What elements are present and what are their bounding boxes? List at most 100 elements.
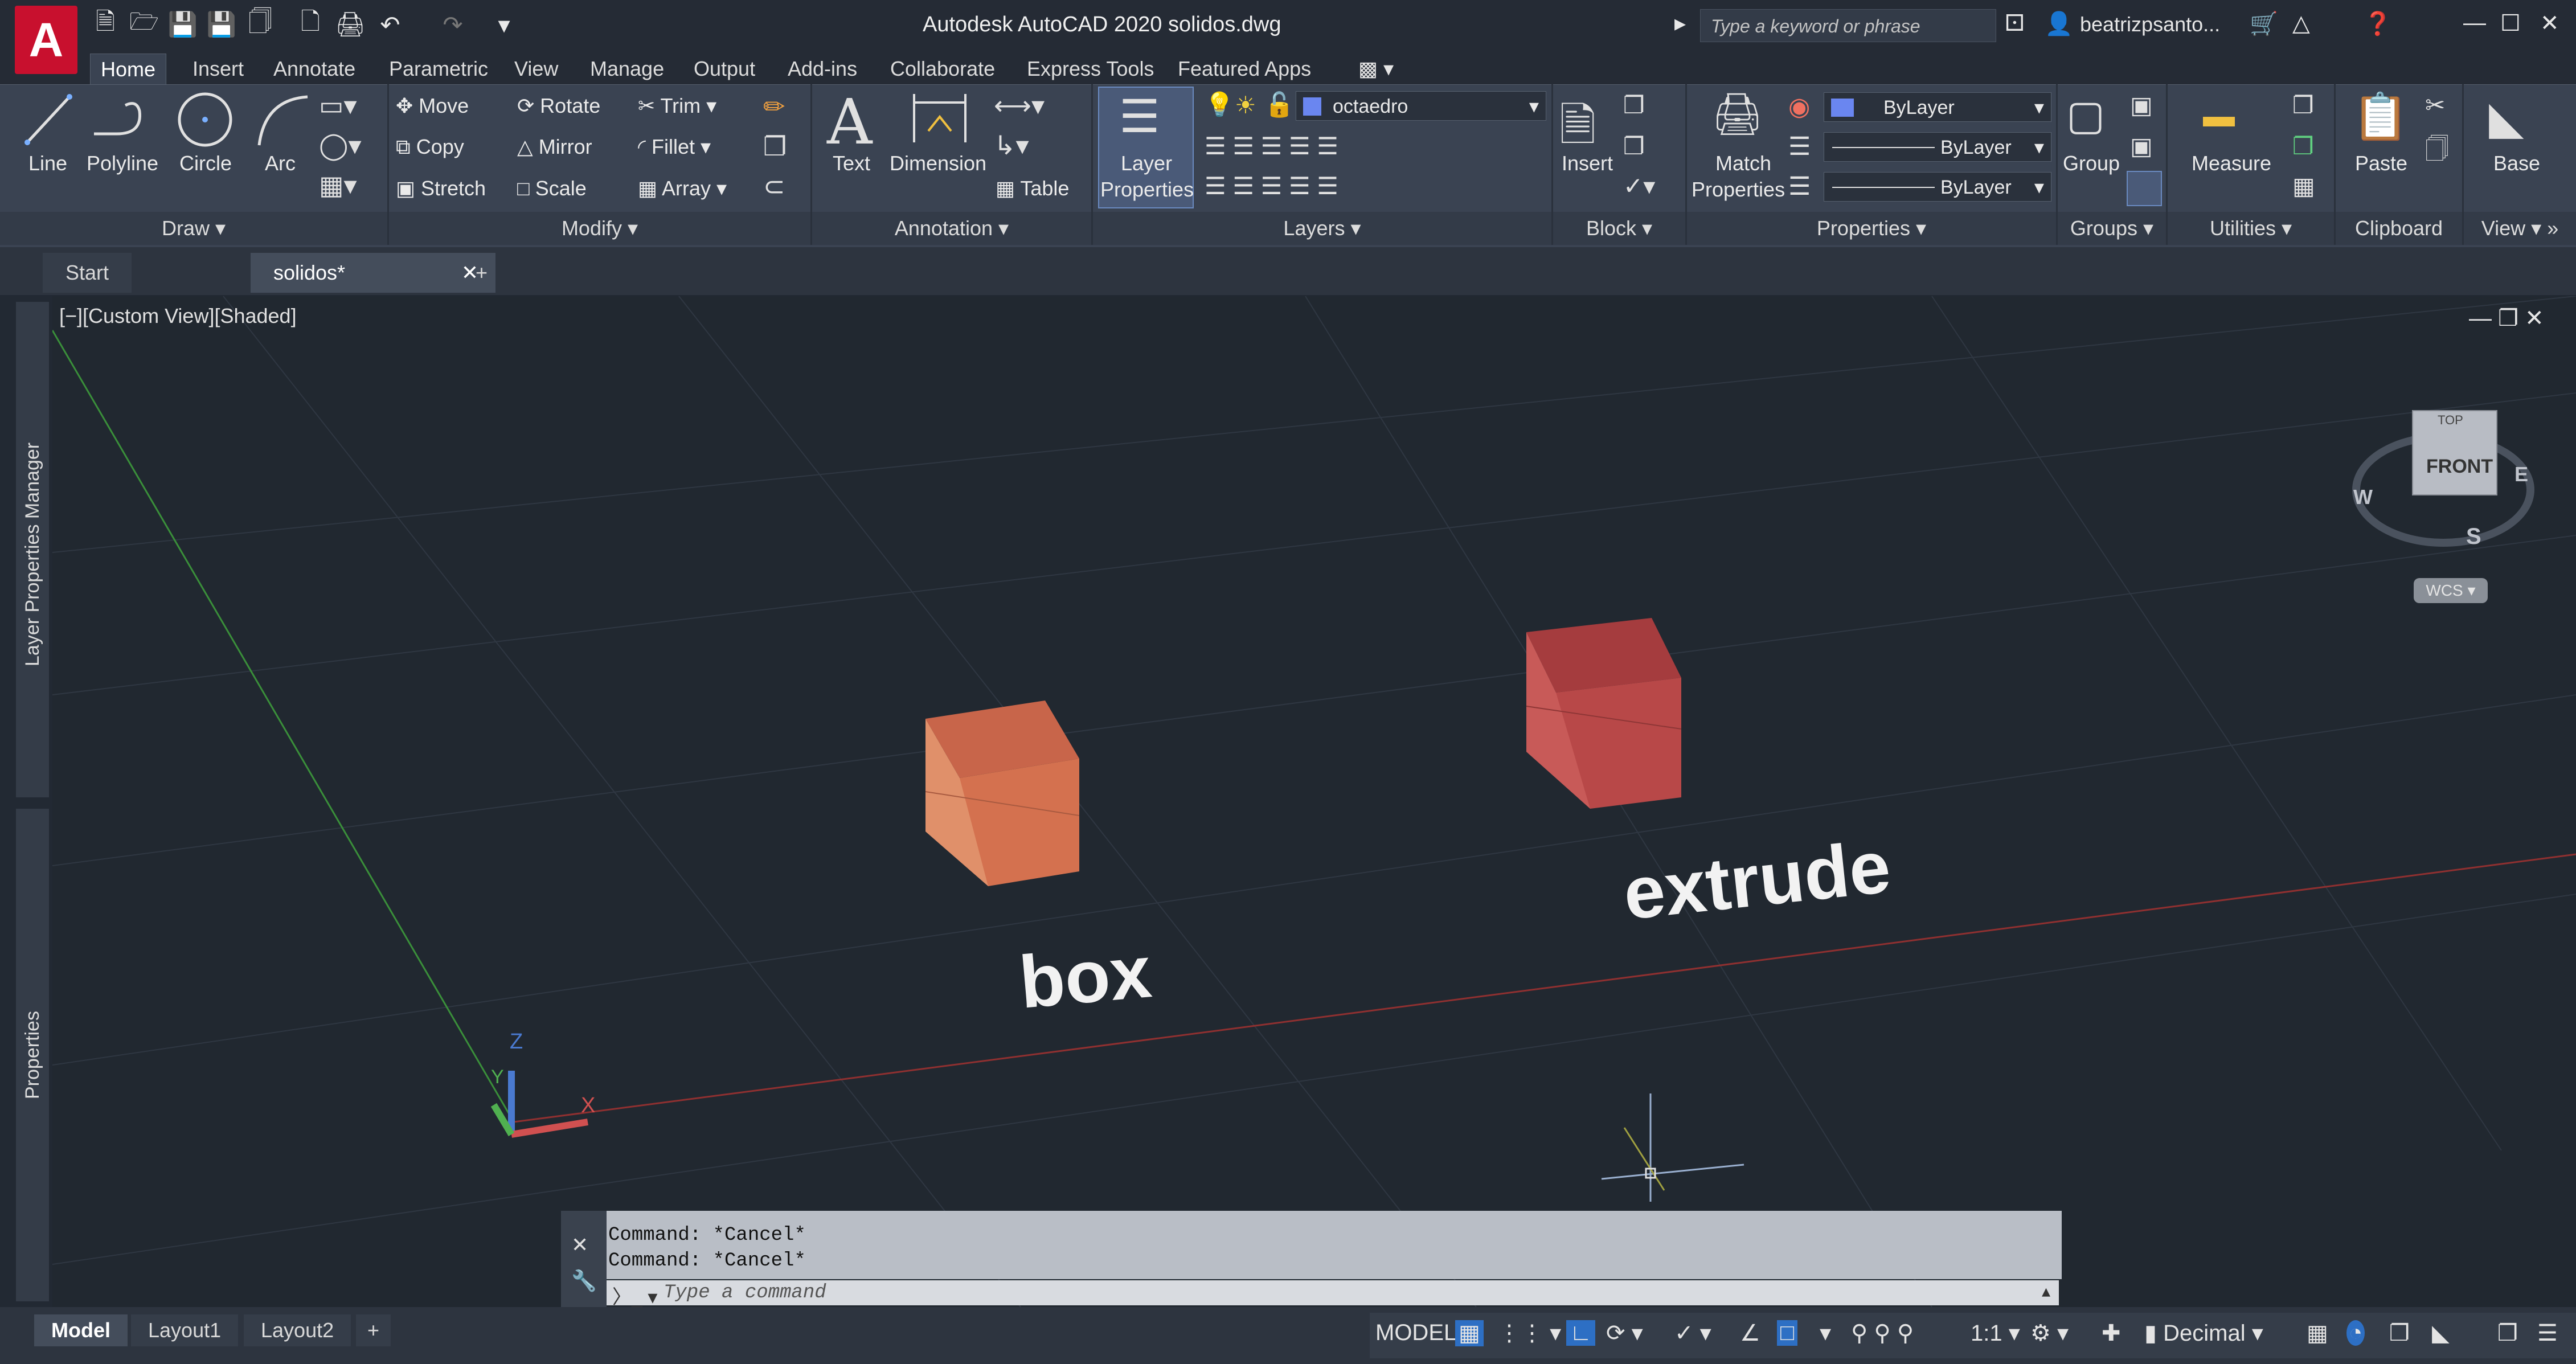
quick-select-icon[interactable]: ❐ [2292, 91, 2314, 119]
layer-tools-row-1-icon[interactable]: ☰ ☰ ☰ ☰ ☰ [1205, 132, 1338, 160]
arc-icon[interactable] [253, 91, 310, 148]
tab-add-ins[interactable]: Add-ins [777, 54, 867, 84]
wcs-menu-button[interactable]: WCS ▾ [2414, 578, 2488, 603]
close-command-icon[interactable]: ✕ [571, 1233, 588, 1257]
isolate-objects-icon[interactable]: ❐ [2389, 1320, 2410, 1346]
plot-icon[interactable]: 🖨 [335, 10, 365, 39]
block-panel-title[interactable]: Block ▾ [1553, 212, 1685, 245]
user-name[interactable]: beatrizpsanto... [2080, 13, 2220, 36]
grid-toggle-icon[interactable]: ▦ [1455, 1320, 1484, 1346]
new-file-icon[interactable]: 🗎 [91, 8, 120, 39]
application-menu-button[interactable]: A [15, 6, 77, 74]
mirror-button[interactable]: △ Mirror [517, 135, 592, 159]
layer-on-icon[interactable]: 💡 [1205, 91, 1234, 119]
properties-panel-title[interactable]: Properties ▾ [1687, 212, 2056, 245]
select-all-icon[interactable]: ❐ [2292, 132, 2314, 160]
erase-icon[interactable]: ✏ [763, 91, 785, 122]
layer-dropdown[interactable]: octaedro ▾ [1296, 91, 1546, 121]
compass-south[interactable]: S [2466, 524, 2481, 550]
customize-wrench-icon[interactable]: 🔧 [571, 1269, 597, 1293]
ribbon-options-icon[interactable]: ▩ ▾ [1358, 57, 1394, 81]
line-icon[interactable] [23, 91, 74, 148]
paste-icon[interactable]: 📋 [2352, 90, 2409, 144]
linear-dimension-icon[interactable]: ⟷▾ [994, 90, 1045, 121]
polar-tracking-icon[interactable]: ⟳ ▾ [1606, 1320, 1643, 1346]
help-icon[interactable]: ❓ [2364, 10, 2392, 37]
rotate-button[interactable]: ⟳ Rotate [517, 94, 600, 118]
units-dropdown[interactable]: ▮ Decimal ▾ [2144, 1320, 2263, 1346]
offset-icon[interactable]: ⊂ [763, 171, 785, 202]
model-space-toggle[interactable]: MODEL [1375, 1320, 1456, 1346]
save-as-icon[interactable]: 💾 [207, 10, 236, 39]
lineweight-icon[interactable]: ☰ [1788, 132, 1811, 161]
command-input[interactable]: Type a command [607, 1280, 2059, 1305]
fillet-button[interactable]: ◜ Fillet ▾ [638, 135, 711, 159]
command-line-handle[interactable] [561, 1211, 607, 1308]
add-layout-button[interactable]: + [356, 1314, 391, 1346]
group-icon[interactable]: ▢ [2066, 91, 2105, 139]
viewport-window-controls[interactable]: — ❐ ✕ [2469, 305, 2544, 331]
tab-manage[interactable]: Manage [580, 54, 674, 84]
lock-ui-icon[interactable]: ◔ [2346, 1320, 2365, 1346]
line-button[interactable]: Line [28, 151, 67, 175]
group-edit-icon[interactable]: ▣ [2130, 132, 2153, 160]
groups-panel-title[interactable]: Groups ▾ [2058, 212, 2166, 245]
layout-tab-layout2[interactable]: Layout2 [244, 1314, 351, 1346]
layer-tools-row-2-icon[interactable]: ☰ ☰ ☰ ☰ ☰ [1205, 172, 1338, 200]
explode-icon[interactable]: ❐ [763, 131, 787, 162]
viewport-controls-label[interactable]: [−][Custom View][Shaded] [59, 304, 297, 328]
snap-toggle-icon[interactable]: ⋮⋮ ▾ [1498, 1320, 1561, 1346]
import-icon[interactable]: 🗋 [296, 8, 325, 39]
match-properties-label-2[interactable]: Properties [1692, 178, 1785, 202]
hardware-acceleration-icon[interactable]: ◣ [2432, 1320, 2450, 1346]
properties-palette-label[interactable]: Properties [22, 1011, 44, 1099]
calculator-icon[interactable]: ▦ [2292, 172, 2315, 200]
maximize-window-icon[interactable]: ☐ [2500, 10, 2521, 36]
stretch-button[interactable]: ▣ Stretch [396, 177, 486, 200]
tab-insert[interactable]: Insert [182, 54, 254, 84]
text-icon[interactable]: A [827, 85, 872, 158]
expand-arrow-icon[interactable]: ▸ [1674, 10, 1686, 36]
measure-icon[interactable]: ▬ [2203, 97, 2235, 134]
move-button[interactable]: ✥ Move [396, 94, 469, 118]
arc-button[interactable]: Arc [265, 151, 296, 175]
box-text-label[interactable]: box [1016, 928, 1154, 1025]
hatch-icon[interactable]: ▦▾ [319, 170, 357, 200]
rectangle-icon[interactable]: ▭▾ [319, 90, 357, 121]
viewcube-front-face[interactable]: FRONT [2426, 456, 2493, 478]
object-snap-tracking-icon[interactable]: ∠ [1740, 1320, 1760, 1346]
dimension-icon[interactable] [908, 91, 971, 145]
cut-icon[interactable]: ✂ [2425, 91, 2445, 119]
new-tab-button[interactable]: + [464, 253, 499, 293]
ungroup-icon[interactable]: ▣ [2130, 91, 2153, 119]
polyline-button[interactable]: Polyline [87, 151, 158, 175]
linetype-icon[interactable]: ☰ [1788, 172, 1811, 201]
redo-icon[interactable]: ↷ [439, 10, 467, 39]
quick-properties-icon[interactable]: ▦ [2307, 1320, 2328, 1346]
view-panel-title[interactable]: View ▾ » [2464, 212, 2576, 245]
scale-button[interactable]: □ Scale [517, 177, 587, 200]
tab-collaborate[interactable]: Collaborate [880, 54, 1005, 84]
undo-icon[interactable]: ↶ [376, 10, 404, 39]
group-button[interactable]: Group [2063, 151, 2120, 175]
layout-tab-model[interactable]: Model [34, 1314, 128, 1346]
tab-output[interactable]: Output [683, 54, 765, 84]
binoculars-icon[interactable]: ⚀ [2005, 10, 2025, 36]
tab-express-tools[interactable]: Express Tools [1017, 54, 1164, 84]
layers-panel-title[interactable]: Layers ▾ [1093, 212, 1551, 245]
file-tab-solidos[interactable]: solidos* ✕ [251, 253, 495, 293]
copy-clip-icon[interactable]: 🗍 [2425, 132, 2449, 173]
base-view-icon[interactable]: ◣ [2489, 91, 2524, 144]
match-properties-icon[interactable]: 🖨 [1711, 90, 1763, 138]
edit-block-icon[interactable]: ❐ [1623, 132, 1645, 160]
box-solid[interactable] [925, 701, 1080, 886]
trim-button[interactable]: ✂ Trim ▾ [638, 94, 716, 118]
minimize-window-icon[interactable]: — [2463, 10, 2486, 36]
publish-icon[interactable]: 🗍 [246, 8, 275, 39]
modify-panel-title[interactable]: Modify ▾ [389, 212, 810, 245]
color-dropdown[interactable]: ByLayer ▾ [1824, 92, 2051, 122]
save-icon[interactable]: 💾 [168, 10, 198, 39]
viewcube-top-face[interactable]: TOP [2438, 413, 2463, 428]
tab-annotate[interactable]: Annotate [263, 54, 366, 84]
cart-icon[interactable]: 🛒 [2250, 10, 2278, 37]
